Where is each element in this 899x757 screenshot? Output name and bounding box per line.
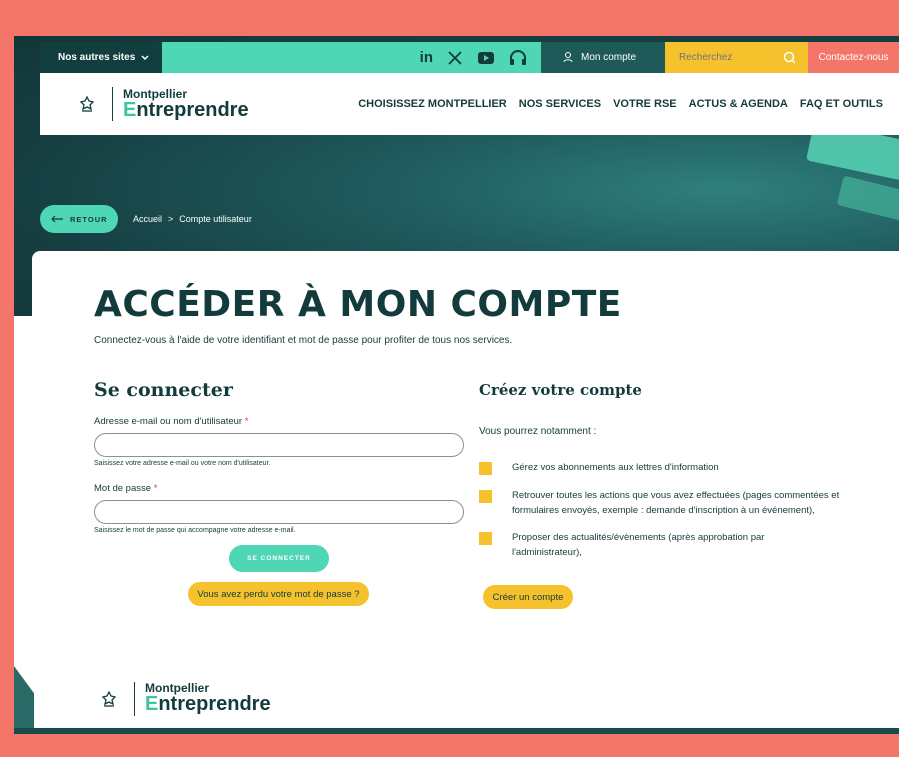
password-help: Saisissez le mot de passe qui accompagne… (94, 527, 296, 534)
search-box (665, 42, 808, 73)
register-benefit: Gérez vos abonnements aux lettres d'info… (512, 462, 719, 473)
other-sites-dropdown[interactable]: Nos autres sites (40, 42, 162, 73)
page-title: ACCÉDER À MON COMPTE (94, 284, 622, 325)
breadcrumb-home[interactable]: Accueil (133, 214, 162, 224)
contact-button[interactable]: Contactez-nous (808, 42, 899, 73)
password-field[interactable] (94, 500, 464, 524)
lost-password-button[interactable]: Vous avez perdu votre mot de passe ? (188, 582, 369, 606)
top-utility-bar: Nos autres sites in Mon compte Contactez… (40, 42, 899, 73)
nav-item-votre-rse[interactable]: VOTRE RSE (613, 98, 677, 110)
main-navbar: Montpellier Entreprendre CHOISISSEZ MONT… (40, 73, 899, 135)
email-label: Adresse e-mail ou nom d'utilisateur * (94, 416, 249, 427)
user-icon (563, 52, 573, 63)
back-button[interactable]: RETOUR (40, 205, 118, 233)
bullet-square-icon (479, 532, 492, 545)
chevron-right-icon: > (168, 214, 174, 224)
footer-decoration (14, 666, 34, 734)
search-input[interactable] (679, 52, 769, 63)
metropole-logo-icon (68, 96, 106, 112)
breadcrumb: Accueil > Compte utilisateur (133, 214, 252, 224)
logo-divider (112, 87, 113, 121)
my-account-link[interactable]: Mon compte (541, 42, 665, 73)
register-benefit: Retrouver toutes les actions que vous av… (512, 490, 840, 516)
x-twitter-icon[interactable] (447, 50, 463, 66)
logo-line-2: Entreprendre (145, 693, 271, 715)
my-account-label: Mon compte (581, 52, 637, 63)
nav-item-choisissez-montpellier[interactable]: CHOISISSEZ MONTPELLIER (358, 98, 507, 110)
login-button[interactable]: SE CONNECTER (229, 545, 329, 572)
linkedin-icon[interactable]: in (420, 49, 433, 66)
nav-item-nos-services[interactable]: NOS SERVICES (519, 98, 601, 110)
metropole-logo-icon (90, 690, 128, 707)
headphones-icon[interactable] (509, 49, 527, 66)
register-benefit: Proposer des actualités/évènements (aprè… (512, 532, 765, 558)
email-help: Saisissez votre adresse e-mail ou votre … (94, 460, 271, 467)
register-intro: Vous pourrez notamment : (479, 426, 597, 437)
logo-divider (134, 681, 135, 716)
footer-bar (14, 728, 899, 734)
bullet-square-icon (479, 490, 492, 503)
primary-nav: CHOISISSEZ MONTPELLIER NOS SERVICES VOTR… (358, 98, 883, 110)
other-sites-label: Nos autres sites (58, 52, 136, 63)
browser-viewport: Nos autres sites in Mon compte Contactez… (14, 36, 899, 734)
login-heading: Se connecter (94, 379, 233, 401)
email-field[interactable] (94, 433, 464, 457)
footer-logo[interactable]: Montpellier Entreprendre (90, 681, 271, 716)
create-account-button[interactable]: Créer un compte (483, 585, 573, 609)
social-links: in (162, 42, 541, 73)
youtube-icon[interactable] (477, 50, 495, 66)
arrow-left-icon (51, 215, 63, 223)
back-label: RETOUR (70, 214, 108, 224)
register-heading: Créez votre compte (479, 381, 642, 399)
breadcrumb-current: Compte utilisateur (179, 214, 252, 224)
page-intro: Connectez-vous à l'aide de votre identif… (94, 335, 513, 346)
hero-decoration (836, 175, 899, 227)
site-logo[interactable]: Montpellier Entreprendre (68, 87, 249, 122)
bullet-square-icon (479, 462, 492, 475)
search-icon[interactable] (783, 51, 796, 64)
nav-item-actus-agenda[interactable]: ACTUS & AGENDA (689, 98, 788, 110)
chevron-down-icon (141, 54, 149, 60)
nav-item-faq-outils[interactable]: FAQ ET OUTILS (800, 98, 883, 110)
password-label: Mot de passe * (94, 483, 158, 494)
content-card: ACCÉDER À MON COMPTE Connectez-vous à l'… (32, 251, 899, 734)
logo-line-2: Entreprendre (123, 98, 249, 121)
